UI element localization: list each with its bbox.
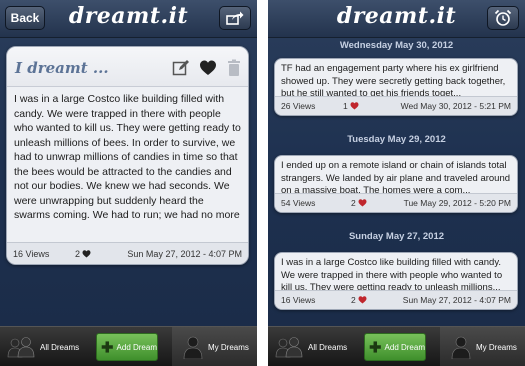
alarm-clock-icon [494, 9, 512, 26]
nav-bar: dreamt.it [268, 0, 525, 38]
person-icon [451, 336, 471, 359]
dream-excerpt: TF had an engagement party where his ex … [281, 63, 506, 96]
likes: 2 [75, 249, 91, 259]
date-header: Wednesday May 30, 2012 [339, 40, 454, 51]
likes: 1 [343, 101, 359, 111]
date-header: Tuesday May 29, 2012 [347, 134, 446, 145]
card-heading: I dreamt ... [15, 59, 109, 77]
dream-detail-screen: Back dreamt.it I dreamt ... I was in a l… [0, 0, 257, 366]
share-button[interactable] [219, 6, 251, 30]
heart-icon [358, 199, 367, 207]
list-item-footer: 54 Views 2 Tue May 29, 2012 - 5:20 PM [275, 193, 517, 212]
tab-all-dreams[interactable]: All Dreams [6, 327, 84, 366]
heart-icon[interactable] [199, 59, 217, 77]
nav-bar: Back dreamt.it [0, 0, 257, 38]
people-icon [7, 337, 35, 358]
views-count: 16 Views [281, 295, 316, 305]
dream-list-item[interactable]: I was in a large Costco like building fi… [274, 252, 518, 310]
tab-bar: All Dreams Add Dream My Dreams [0, 326, 257, 366]
views-count: 26 Views [281, 101, 316, 111]
dream-list-item[interactable]: TF had an engagement party where his ex … [274, 58, 518, 116]
person-icon [183, 336, 203, 359]
dream-excerpt: I ended up on a remote island or chain o… [281, 160, 511, 193]
tab-my-dreams-label: My Dreams [208, 342, 249, 352]
tab-bar: All Dreams Add Dream My Dreams [268, 326, 525, 366]
people-icon [275, 337, 303, 358]
plus-icon [369, 341, 381, 353]
my-dreams-screen: dreamt.it Wednesday May 30, 2012 TF had … [268, 0, 525, 366]
tab-add-dream[interactable]: Add Dream [96, 333, 158, 361]
trash-icon[interactable] [225, 59, 243, 77]
dream-date: Tue May 29, 2012 - 5:20 PM [403, 198, 511, 208]
likes: 2 [351, 198, 367, 208]
card-header: I dreamt ... [7, 47, 248, 87]
tab-add-dream-label: Add Dream [116, 342, 157, 352]
dream-date: Sun May 27, 2012 - 4:07 PM [127, 248, 242, 259]
tab-my-dreams[interactable]: My Dreams [440, 327, 525, 366]
alarm-button[interactable] [487, 6, 519, 30]
card-footer: 16 Views 2 Sun May 27, 2012 - 4:07 PM [7, 242, 248, 264]
views-count: 16 Views [13, 248, 50, 259]
views-count: 54 Views [281, 198, 316, 208]
dream-card: I dreamt ... I was in a large Costco lik… [6, 46, 249, 265]
list-item-footer: 26 Views 1 Wed May 30, 2012 - 5:21 PM [275, 96, 517, 115]
dream-date: Sun May 27, 2012 - 4:07 PM [402, 295, 511, 305]
likes-count: 2 [75, 248, 81, 259]
dream-excerpt: I was in a large Costco like building fi… [281, 257, 503, 290]
date-header: Sunday May 27, 2012 [348, 231, 445, 242]
dream-text: I was in a large Costco like building fi… [14, 93, 241, 221]
tab-my-dreams-label: My Dreams [476, 342, 517, 352]
heart-icon [350, 102, 359, 110]
edit-icon[interactable] [172, 59, 190, 77]
tab-my-dreams[interactable]: My Dreams [172, 327, 257, 366]
likes-count: 2 [351, 295, 356, 305]
tab-add-dream-label: Add Dream [384, 342, 425, 352]
tab-add-dream[interactable]: Add Dream [364, 333, 426, 361]
share-icon [226, 11, 244, 25]
likes-count: 2 [351, 198, 356, 208]
tab-all-dreams-label: All Dreams [40, 342, 80, 352]
heart-icon [358, 296, 367, 304]
likes: 2 [351, 295, 367, 305]
tab-all-dreams-label: All Dreams [308, 342, 348, 352]
plus-icon [101, 341, 113, 353]
dream-list-item[interactable]: I ended up on a remote island or chain o… [274, 155, 518, 213]
heart-icon [82, 249, 91, 257]
list-item-footer: 16 Views 2 Sun May 27, 2012 - 4:07 PM [275, 290, 517, 309]
dream-date: Wed May 30, 2012 - 5:21 PM [400, 101, 511, 111]
tab-all-dreams[interactable]: All Dreams [274, 327, 352, 366]
likes-count: 1 [343, 101, 348, 111]
